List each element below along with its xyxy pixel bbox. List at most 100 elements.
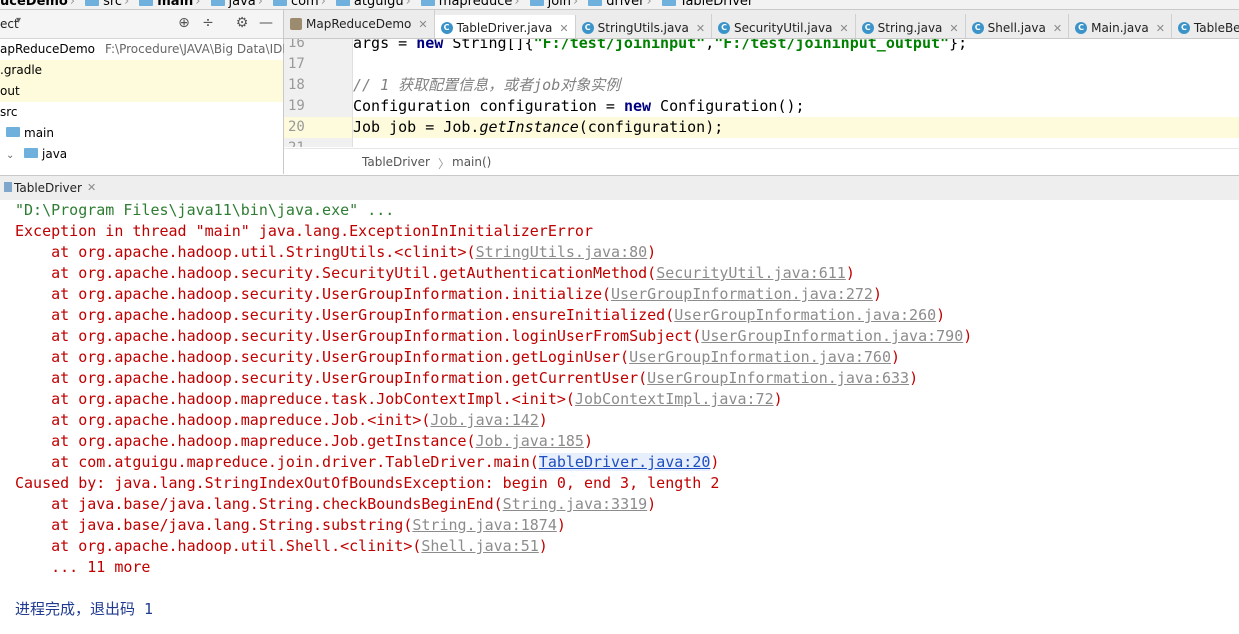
locate-icon[interactable]: ⊕: [176, 15, 192, 31]
breadcrumb-item[interactable]: com ›: [272, 0, 332, 9]
tree-item-java[interactable]: ⌄ java: [0, 144, 283, 165]
stack-frame-line: at org.apache.hadoop.mapreduce.Job.<init…: [15, 410, 548, 431]
tab-mapreducedemo[interactable]: MapReduceDemo ✕: [284, 10, 435, 38]
breadcrumb-item[interactable]: join ›: [529, 0, 585, 9]
project-panel-header: ect ▾ ⊕ ÷ ⚙ —: [0, 10, 283, 39]
close-icon[interactable]: ✕: [1053, 22, 1062, 35]
stack-frame-line: at org.apache.hadoop.mapreduce.task.JobC…: [15, 389, 783, 410]
code-editor[interactable]: args = new String[]{"F:/test/joininput",…: [353, 39, 1239, 147]
close-icon[interactable]: ✕: [949, 22, 958, 35]
hide-icon[interactable]: —: [258, 15, 274, 31]
code-line-20: Job job = Job.getInstance(configuration)…: [353, 117, 1239, 138]
tab-securityutil-java[interactable]: C SecurityUtil.java ✕: [712, 14, 856, 38]
breadcrumb-label: join: [547, 0, 571, 9]
folder-icon: [335, 0, 350, 6]
stack-frame-link[interactable]: SecurityUtil.java:611: [656, 264, 846, 282]
stack-frame-link[interactable]: UserGroupInformation.java:260: [674, 306, 936, 324]
frame-close-paren: ): [710, 453, 720, 471]
breadcrumb-item[interactable]: uceDemo ›: [0, 0, 81, 9]
folder-icon: [85, 0, 100, 6]
folder-icon: [210, 0, 225, 6]
stack-frame-link[interactable]: StringUtils.java:80: [476, 243, 648, 261]
class-icon: C: [971, 22, 984, 34]
crumb-method[interactable]: main(): [452, 155, 491, 169]
tab-tabledriver-java[interactable]: C TableDriver.java ✕: [434, 15, 576, 38]
close-icon[interactable]: ✕: [418, 18, 427, 31]
stack-frame-link[interactable]: Job.java:185: [476, 432, 584, 450]
frame-close-paren: ): [872, 285, 882, 303]
line-number: 21: [288, 138, 305, 147]
class-icon: C: [861, 22, 874, 34]
breadcrumb-label: com: [290, 0, 319, 9]
line-number: 20: [284, 117, 352, 138]
frame-text: at java.base/java.lang.String.checkBound…: [15, 495, 503, 513]
stack-frame-link[interactable]: JobContextImpl.java:72: [575, 390, 774, 408]
close-icon[interactable]: ✕: [87, 181, 96, 194]
chevron-down-icon[interactable]: ⌄: [6, 145, 18, 166]
gear-icon[interactable]: ⚙: [234, 15, 250, 31]
stack-frame-link[interactable]: Shell.java:51: [421, 537, 538, 555]
close-icon[interactable]: ✕: [1156, 22, 1165, 35]
navigation-breadcrumb: uceDemo › src › main › java › com › atguigu › mapred…: [0, 0, 1239, 10]
frame-close-paren: ): [647, 243, 657, 261]
breadcrumb-item[interactable]: TableDriver: [661, 0, 753, 9]
tree-item-out[interactable]: out: [0, 81, 283, 102]
stack-frame-link[interactable]: UserGroupInformation.java:633: [647, 369, 909, 387]
breadcrumb-item[interactable]: main ›: [139, 0, 206, 9]
stack-frame-line: at org.apache.hadoop.security.UserGroupI…: [15, 368, 918, 389]
breadcrumb-separator: ›: [405, 0, 411, 9]
class-icon: C: [581, 22, 594, 34]
tab-tablebea[interactable]: CTableBea: [1172, 14, 1239, 38]
run-panel-header: TableDriver ✕: [0, 175, 1239, 201]
code-line-16: args = new String[]{"F:/test/joininput",…: [353, 39, 968, 52]
breadcrumb-label: java: [228, 0, 256, 9]
crumb-class[interactable]: TableDriver: [362, 155, 430, 169]
frame-text: at org.apache.hadoop.mapreduce.Job.getIn…: [15, 432, 476, 450]
tab-main-java[interactable]: C Main.java ✕: [1069, 14, 1172, 38]
breadcrumb-item[interactable]: atguigu ›: [335, 0, 417, 9]
breadcrumb-item[interactable]: java ›: [210, 0, 269, 9]
close-icon[interactable]: ✕: [696, 22, 705, 35]
tree-item-apreducedemo[interactable]: apReduceDemo F:\Procedure\JAVA\Big Data\I…: [0, 39, 298, 60]
console-caused-by-line: Caused by: java.lang.StringIndexOutOfBou…: [15, 473, 719, 494]
tree-item-src[interactable]: src: [0, 102, 283, 123]
chevron-down-icon[interactable]: ▾: [16, 15, 21, 26]
close-icon[interactable]: ✕: [559, 22, 568, 35]
stack-frame-link[interactable]: String.java:3319: [503, 495, 648, 513]
stack-frame-link[interactable]: String.java:1874: [412, 516, 557, 534]
close-icon[interactable]: ✕: [839, 22, 848, 35]
exit-code-text: 进程完成，退出码 1: [15, 600, 154, 618]
tab-stringutils-java[interactable]: C StringUtils.java ✕: [576, 14, 713, 38]
run-console[interactable]: "D:\Program Files\java11\bin\java.exe" .…: [0, 200, 1239, 634]
stack-frame-link[interactable]: Job.java:142: [430, 411, 538, 429]
breadcrumb-label: atguigu: [353, 0, 404, 9]
stack-frame-line: at org.apache.hadoop.mapreduce.Job.getIn…: [15, 431, 593, 452]
tree-item-label: java: [42, 147, 68, 161]
collapse-icon[interactable]: ÷: [200, 15, 216, 31]
stack-frame-line: at org.apache.hadoop.util.StringUtils.<c…: [15, 242, 656, 263]
tab-label: TableBea: [1193, 21, 1239, 35]
breadcrumb-separator: ›: [124, 0, 130, 9]
breadcrumb-item[interactable]: src ›: [85, 0, 135, 9]
stack-frame-link[interactable]: UserGroupInformation.java:272: [611, 285, 873, 303]
folder-icon: [420, 0, 435, 6]
breadcrumb-item[interactable]: driver ›: [588, 0, 657, 9]
frame-close-paren: ): [936, 306, 946, 324]
frame-close-paren: ): [773, 390, 783, 408]
line-number-gutter: 16 17 18 19 2021: [284, 39, 353, 147]
editor-tab-bar: MapReduceDemo ✕ C TableDriver.java ✕ C StringU…: [284, 10, 1239, 39]
stack-frame-link[interactable]: TableDriver.java:20: [538, 453, 711, 471]
tab-string-java[interactable]: C String.java ✕: [856, 14, 966, 38]
stack-frame-line: at org.apache.hadoop.security.UserGroupI…: [15, 284, 882, 305]
tab-shell-java[interactable]: C Shell.java ✕: [966, 14, 1070, 38]
tree-item-main[interactable]: main: [0, 123, 283, 144]
tree-item-gradle[interactable]: .gradle: [0, 60, 283, 81]
run-tab-label[interactable]: TableDriver: [14, 181, 82, 195]
breadcrumb-separator: ›: [195, 0, 201, 9]
stack-frame-link[interactable]: UserGroupInformation.java:790: [701, 327, 963, 345]
frame-close-paren: ): [891, 348, 901, 366]
breadcrumb-separator: ›: [573, 0, 579, 9]
breadcrumb-item[interactable]: mapreduce ›: [420, 0, 526, 9]
stack-frame-link[interactable]: UserGroupInformation.java:760: [629, 348, 891, 366]
tab-label: Shell.java: [987, 21, 1046, 35]
